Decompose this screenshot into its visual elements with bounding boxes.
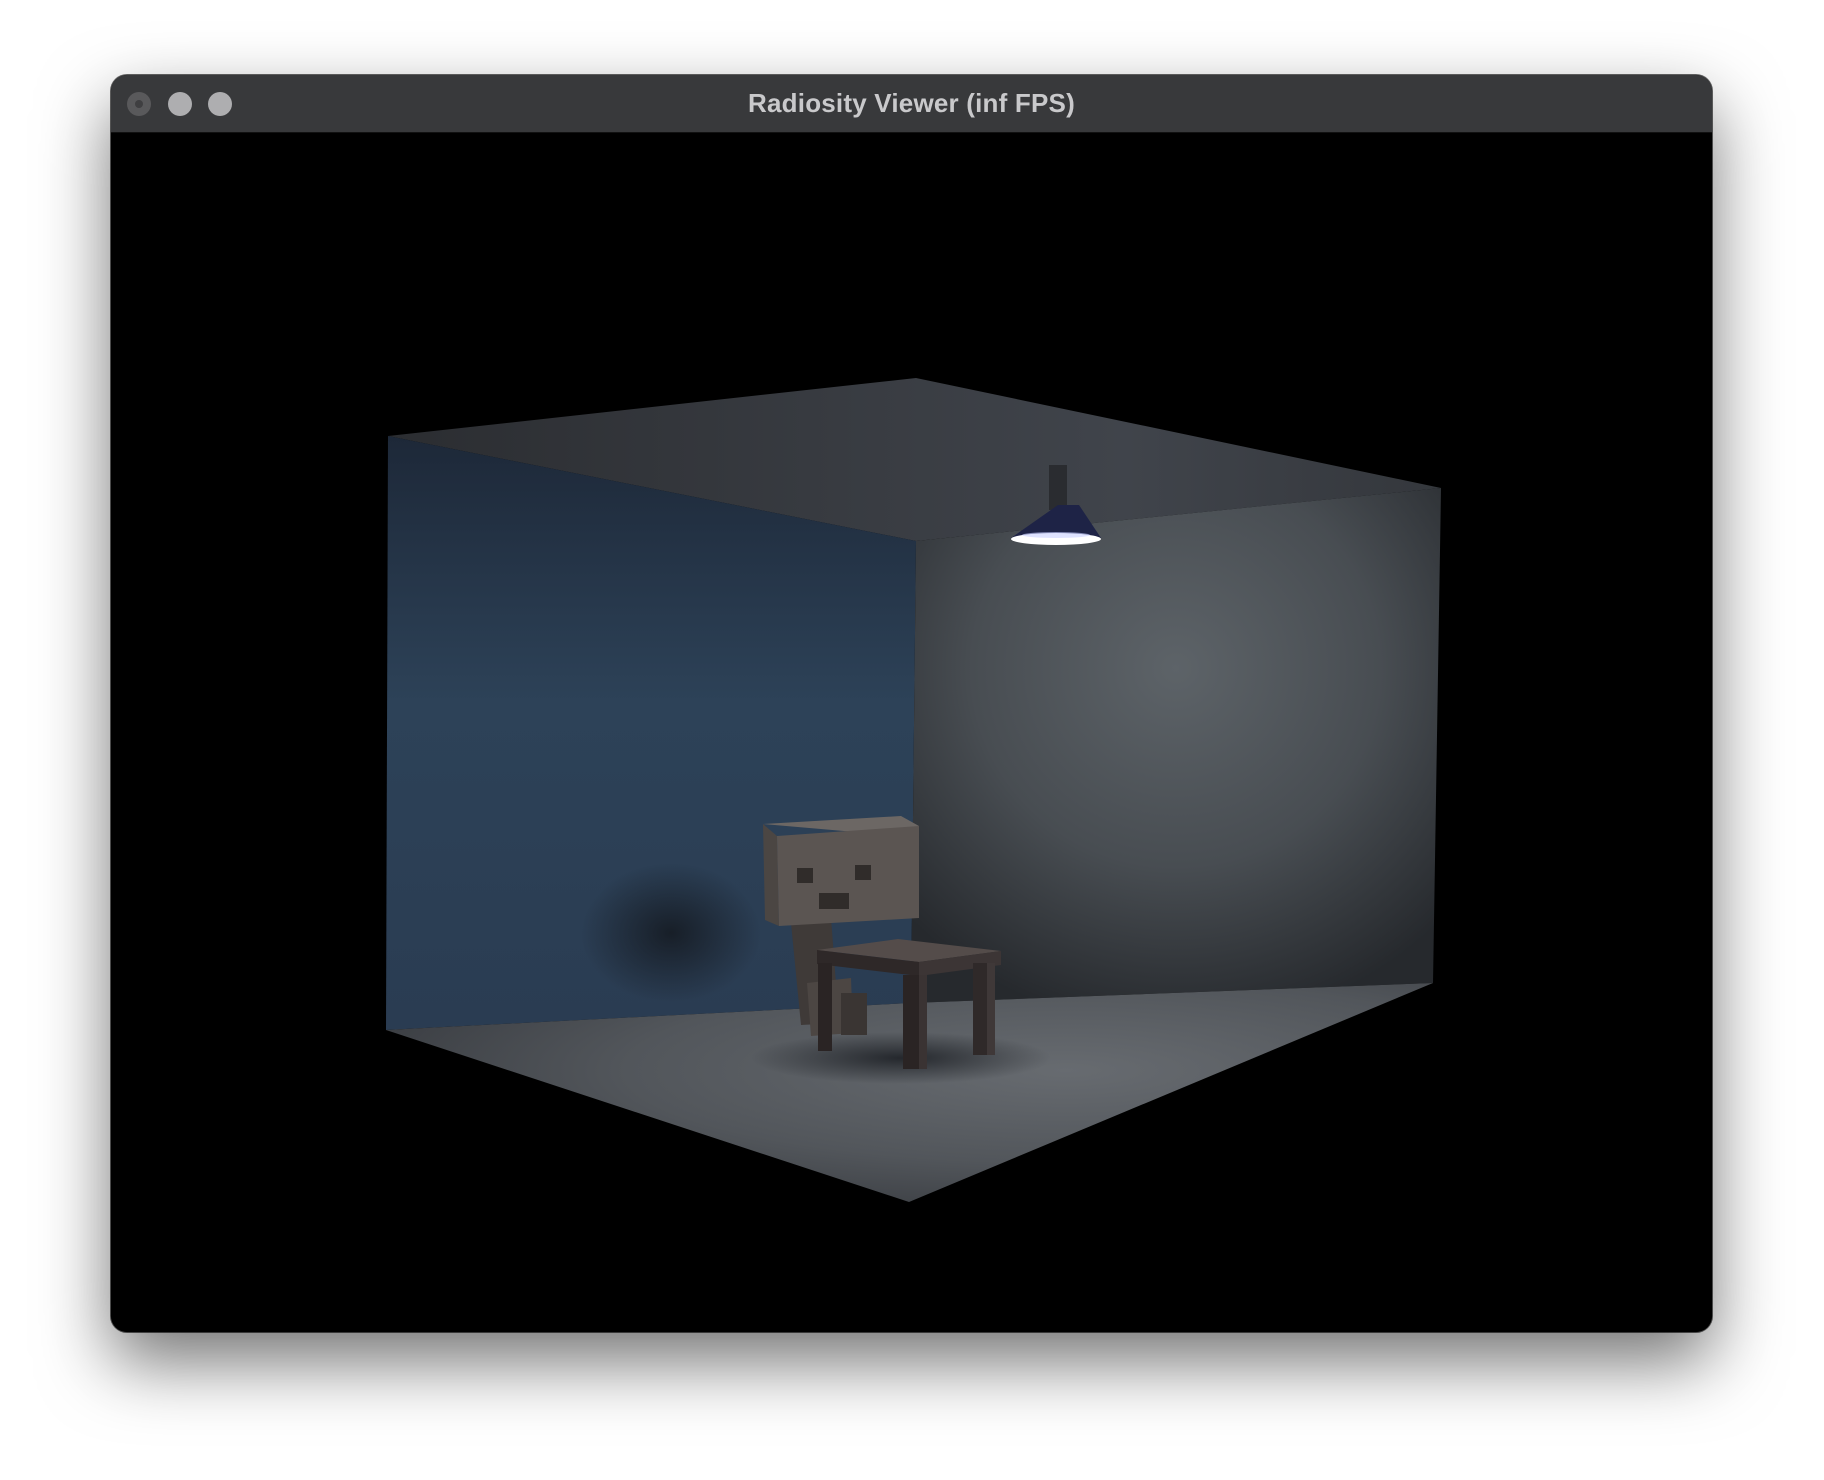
window-title: Radiosity Viewer (inf FPS) (748, 88, 1075, 118)
app-window: Radiosity Viewer (inf FPS) (111, 75, 1712, 1332)
title-bar[interactable]: Radiosity Viewer (inf FPS) (111, 75, 1712, 133)
floor-shadow (751, 1032, 1051, 1084)
room-scene (386, 378, 1441, 1202)
right-wall (911, 488, 1441, 1003)
wall-shadow (581, 863, 761, 1003)
render-viewport[interactable] (111, 133, 1712, 1332)
